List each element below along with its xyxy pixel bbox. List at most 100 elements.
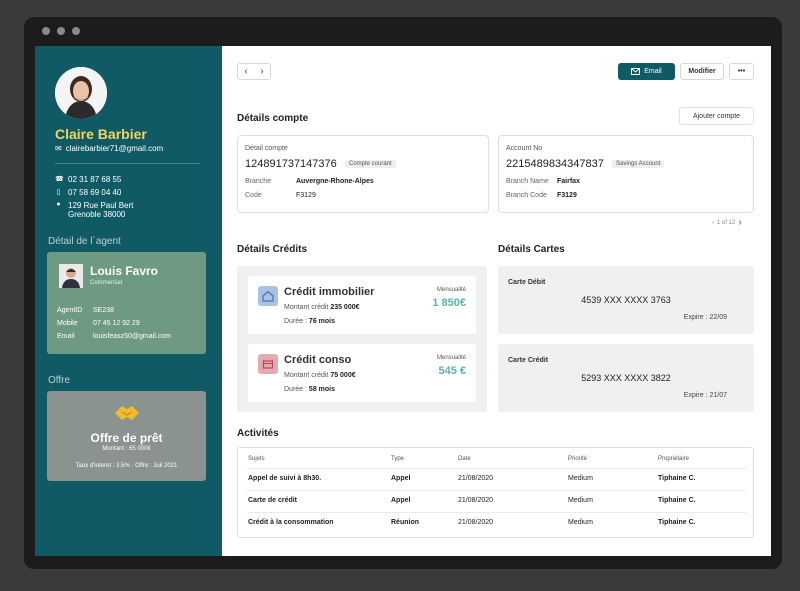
history-nav: ‹ ›	[237, 63, 271, 80]
window-dot-icon	[72, 27, 80, 35]
credits-title: Détails Crédits	[237, 244, 308, 255]
bank-card[interactable]: Carte Débit 4539 XXX XXXX 3763 Expire : …	[498, 266, 754, 334]
account-branch-label: Branch Name	[506, 178, 549, 185]
activity-date: 21/08/2020	[458, 519, 494, 526]
credit-card[interactable]: Crédit conso Montant crédit 75 000€ Duré…	[248, 344, 476, 402]
activity-subject: Carte de crédit	[248, 497, 298, 504]
agent-email-row: Email louisfeasz50@gmail.com	[57, 333, 171, 340]
location-pin-icon: ●	[56, 201, 61, 208]
column-header[interactable]: Sujets	[248, 456, 265, 462]
account-code-label: Branch Code	[506, 192, 547, 199]
monthly-label: Mensualité	[436, 287, 466, 293]
address-line1: 129 Rue Paul Bert	[68, 201, 134, 210]
activities-title: Activités	[237, 428, 279, 439]
credit-title: Crédit immobilier	[284, 286, 375, 298]
more-options-button[interactable]: •••	[729, 63, 754, 80]
offer-title: Offre de prêt	[90, 431, 163, 445]
phone-row[interactable]: ☎ 02 31 87 68 55	[55, 175, 121, 184]
profile-name: Claire Barbier	[55, 126, 147, 142]
account-branch-value: Fairfax	[557, 178, 580, 185]
chevron-right-icon[interactable]: ›	[738, 217, 741, 228]
agent-role: Commercial	[90, 280, 123, 286]
credit-amount-label: Montant crédit	[284, 372, 329, 379]
profile-email[interactable]: ✉ clairebarbier71@gmail.com	[55, 144, 163, 153]
credit-title: Crédit conso	[284, 354, 352, 366]
credit-duration-label: Durée :	[284, 386, 307, 393]
email-button[interactable]: Email	[618, 63, 675, 80]
credits-panel: Crédit immobilier Montant crédit 235 000…	[237, 266, 487, 412]
account-card[interactable]: Account No 2215489834347837 Savings Acco…	[498, 135, 754, 213]
pager-text: 1 of 12	[717, 219, 736, 226]
mobile-icon: ▯	[56, 189, 61, 196]
monthly-label: Mensualité	[436, 355, 466, 361]
credit-duration-label: Durée :	[284, 318, 307, 325]
card-number: 5293 XXX XXXX 3822	[581, 373, 671, 383]
monthly-value: 545 €	[438, 365, 466, 377]
column-header[interactable]: Propriétaire	[658, 456, 689, 462]
offer-meta: Taux d'interet : 3.5% · Offre : Juil 202…	[47, 463, 206, 469]
offer-rate: Taux d'interet : 3.5%	[75, 463, 130, 469]
column-header[interactable]: Type	[391, 456, 404, 462]
divider	[247, 468, 746, 469]
email-button-label: Email	[644, 68, 662, 75]
account-pager: ‹ 1 of 12 ›	[712, 217, 742, 228]
credit-card[interactable]: Crédit immobilier Montant crédit 235 000…	[248, 276, 476, 334]
account-number: 2215489834347837	[506, 158, 604, 170]
handshake-icon	[113, 401, 141, 425]
credit-amount-row: Montant crédit 235 000€	[284, 304, 360, 311]
bank-card[interactable]: Carte Crédit 5293 XXX XXXX 3822 Expire :…	[498, 344, 754, 412]
agent-email-label: Email	[57, 333, 75, 340]
activity-owner: Tiphaine C.	[658, 497, 696, 504]
activity-owner: Tiphaine C.	[658, 475, 696, 482]
column-header[interactable]: Date	[458, 456, 471, 462]
account-branch-value: Auvergne-Rhone-Alpes	[296, 178, 374, 185]
card-expiry: Expire : 22/09	[683, 314, 727, 321]
activity-subject: Appel de suivi à 8h30.	[248, 475, 322, 482]
agent-name: Louis Favro	[90, 264, 159, 278]
account-branch-row: Branch Name Fairfax	[506, 178, 580, 185]
agent-card[interactable]: Louis Favro Commercial AgentID SE238 Mob…	[47, 252, 206, 354]
card-type: Carte Débit	[508, 279, 546, 286]
activity-type: Appel	[391, 475, 411, 482]
agent-id-row: AgentID SE238	[57, 307, 114, 314]
agent-id-value: SE238	[93, 307, 115, 314]
phone-icon: ☎	[55, 176, 64, 183]
activity-date: 21/08/2020	[458, 497, 494, 504]
credit-amount-label: Montant crédit	[284, 304, 329, 311]
mail-icon	[631, 68, 641, 75]
activity-type: Appel	[391, 497, 411, 504]
account-card[interactable]: Détail compte 124891737147376 Compte cou…	[237, 135, 489, 213]
agent-mobile-row: Mobile 07 45 12 92 29	[57, 320, 140, 327]
modify-button[interactable]: Modifier	[680, 63, 724, 80]
add-account-button[interactable]: Ajouter compte	[679, 107, 754, 125]
window-dot-icon	[42, 27, 50, 35]
activity-priority: Medium	[568, 519, 593, 526]
credit-duration-row: Durée : 58 mois	[284, 386, 335, 393]
column-header[interactable]: Priorité	[568, 456, 587, 462]
mobile-row[interactable]: ▯ 07 58 69 04 40	[55, 188, 122, 197]
credit-amount-row: Montant crédit 75 000€	[284, 372, 356, 379]
mail-icon: ✉	[55, 144, 62, 153]
offer-card[interactable]: Offre de prêt Montant : 65 000€ Taux d'i…	[47, 391, 206, 481]
avatar	[55, 67, 107, 119]
activity-date: 21/08/2020	[458, 475, 494, 482]
credit-duration: 58 mois	[308, 386, 335, 393]
address-line2: Grenoble 38000	[68, 210, 126, 219]
shop-icon	[258, 354, 278, 374]
monthly-value: 1 850€	[432, 297, 466, 309]
activity-priority: Medium	[568, 475, 593, 482]
offer-date: Offre : Juil 2021	[135, 463, 178, 469]
agent-avatar	[59, 264, 83, 288]
house-icon	[258, 286, 278, 306]
agent-mobile-label: Mobile	[57, 320, 78, 327]
account-code-row: Branch Code F3129	[506, 192, 577, 199]
chevron-right-icon[interactable]: ›	[260, 66, 263, 77]
offer-amount: Montant : 65 000€	[102, 446, 151, 452]
credit-duration: 76 mois	[308, 318, 335, 325]
phone1: 02 31 87 68 55	[68, 175, 122, 184]
divider	[247, 490, 746, 491]
chevron-left-icon[interactable]: ‹	[712, 220, 714, 226]
chevron-left-icon[interactable]: ‹	[244, 66, 247, 77]
card-type: Carte Crédit	[508, 357, 549, 364]
credit-amount: 75 000€	[330, 372, 356, 379]
